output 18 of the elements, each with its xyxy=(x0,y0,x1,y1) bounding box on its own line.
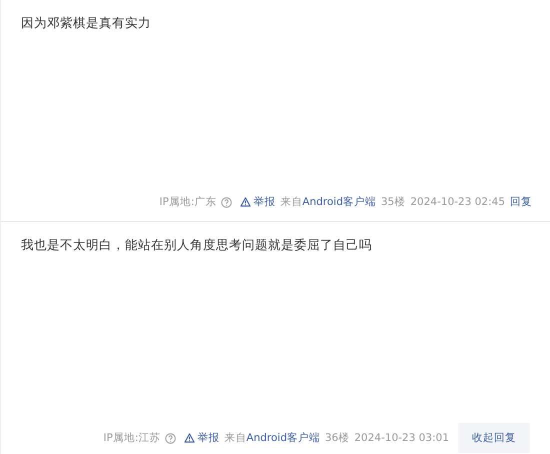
post-text: 因为邓紫棋是真有实力 xyxy=(20,14,152,32)
warning-icon xyxy=(184,433,196,443)
ip-location: IP属地:江苏 xyxy=(103,431,160,445)
warning-icon xyxy=(240,197,252,207)
floor-number: 36楼 xyxy=(325,431,350,445)
post-source: 来自Android客户端 xyxy=(224,431,320,445)
help-icon[interactable] xyxy=(221,196,232,208)
ip-location: IP属地:广东 xyxy=(159,195,216,209)
reply-link[interactable]: 回复 xyxy=(510,195,532,209)
collapse-replies-button[interactable]: 收起回复 xyxy=(458,423,530,453)
report-link[interactable]: 举报 xyxy=(240,195,276,209)
floor-number: 35楼 xyxy=(381,195,406,209)
post-time: 2024-10-23 02:45 xyxy=(410,196,505,208)
post-text: 我也是不太明白，能站在别人角度思考问题就是委屈了自己吗 xyxy=(20,236,373,254)
post-source: 来自Android客户端 xyxy=(280,195,376,209)
report-link[interactable]: 举报 xyxy=(184,431,220,445)
help-icon[interactable] xyxy=(165,432,176,444)
post-time: 2024-10-23 03:01 xyxy=(354,432,449,444)
